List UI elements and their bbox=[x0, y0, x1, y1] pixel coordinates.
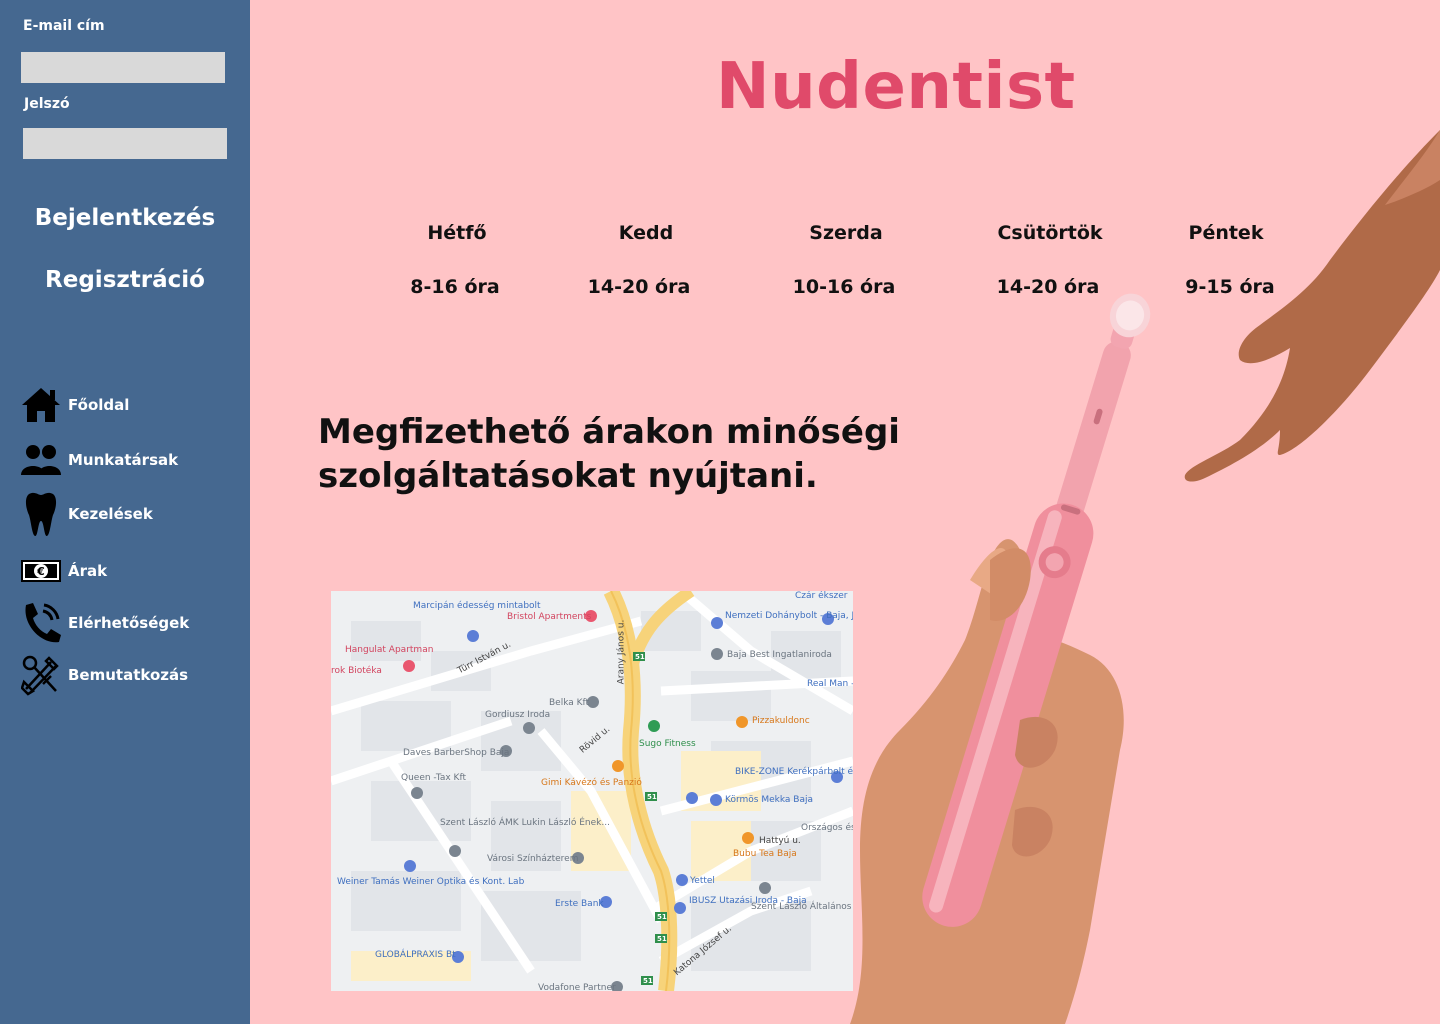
schedule-day: Kedd bbox=[618, 222, 674, 244]
nav-item-about[interactable]: Bemutatkozás bbox=[20, 653, 240, 697]
map-label: Sugo Fitness bbox=[639, 739, 696, 749]
map-label: Gordiusz Iroda bbox=[485, 710, 551, 720]
map-label: rok Biotéka bbox=[331, 666, 382, 676]
schedule-day: Péntek bbox=[1188, 222, 1264, 244]
schedule-hours: 10-16 óra bbox=[792, 276, 896, 298]
schedule-hours: 14-20 óra bbox=[996, 276, 1100, 298]
svg-text:51: 51 bbox=[657, 935, 667, 943]
password-field[interactable] bbox=[23, 128, 227, 159]
phone-icon bbox=[20, 599, 62, 647]
tools-icon bbox=[20, 653, 62, 697]
map-label: Szent László Általános Művelődési Közpon… bbox=[751, 902, 853, 912]
map-label: Városi Színházterem bbox=[487, 854, 579, 864]
map-label: Erste Bank bbox=[555, 899, 604, 909]
nav-label-prices: Árak bbox=[68, 562, 108, 580]
sidebar: E-mail cím Jelszó Bejelentkezés Regisztr… bbox=[0, 0, 250, 1024]
home-icon bbox=[20, 383, 62, 427]
map-label: Belka Kft bbox=[549, 698, 590, 708]
map-label: Bristol Apartments bbox=[507, 612, 592, 622]
nav-item-treatments[interactable]: Kezelések bbox=[20, 488, 240, 540]
map-label: Daves BarberShop Baja bbox=[403, 748, 510, 758]
email-label: E-mail cím bbox=[23, 18, 105, 34]
schedule-hours: 9-15 óra bbox=[1185, 276, 1275, 298]
nav-item-prices[interactable]: € Árak bbox=[20, 549, 240, 593]
map-label: Vodafone Partner bbox=[538, 983, 616, 991]
nav-item-home[interactable]: Főoldal bbox=[20, 383, 240, 427]
map-label: Czár ékszer bbox=[795, 591, 848, 601]
street-label: Arany János u. bbox=[616, 619, 627, 685]
schedule-hours: 14-20 óra bbox=[587, 276, 691, 298]
nav-label-contacts: Elérhetőségek bbox=[68, 614, 190, 632]
map-label: Weiner Tamás Weiner Optika és Kont. Lab bbox=[337, 877, 525, 887]
euro-banknote-icon: € bbox=[20, 549, 62, 593]
map-label: Országos és Fordítás bbox=[801, 823, 853, 833]
login-button[interactable]: Bejelentkezés bbox=[0, 205, 250, 231]
nav-item-contacts[interactable]: Elérhetőségek bbox=[20, 599, 240, 647]
map-label: Queen -Tax Kft bbox=[401, 773, 466, 783]
svg-text:51: 51 bbox=[643, 977, 653, 985]
toothbrush-hands-image bbox=[850, 130, 1440, 1024]
map-label: Szent László ÁMK Lukin László Ének... bbox=[440, 818, 610, 828]
nav-label-treatments: Kezelések bbox=[68, 505, 153, 523]
users-icon bbox=[20, 438, 62, 482]
register-button[interactable]: Regisztráció bbox=[0, 267, 250, 293]
schedule-day: Csütörtök bbox=[997, 222, 1103, 244]
map-label: Körmös Mekka Baja bbox=[725, 795, 813, 805]
map-label: Pizzakuldonc bbox=[752, 716, 810, 726]
nav-item-staff[interactable]: Munkatársak bbox=[20, 438, 240, 482]
svg-text:€: € bbox=[36, 565, 45, 578]
nav-label-staff: Munkatársak bbox=[68, 451, 179, 469]
tooth-icon bbox=[20, 488, 62, 540]
schedule-day: Szerda bbox=[809, 222, 883, 244]
map-label: Yettel bbox=[690, 876, 715, 886]
map-label: BIKE-ZONE Kerékpárbolt és Szerviz bbox=[735, 767, 853, 777]
nav-label-about: Bemutatkozás bbox=[68, 666, 189, 684]
brand-title: Nudentist bbox=[716, 50, 1076, 124]
tagline: Megfizethető árakon minőségi szolgáltatá… bbox=[318, 412, 900, 496]
nav-label-home: Főoldal bbox=[68, 396, 130, 414]
street-label: Hattyú u. bbox=[759, 836, 801, 846]
map-label: Gimi Kávézó és Panzió bbox=[541, 778, 642, 788]
svg-text:51: 51 bbox=[657, 913, 667, 921]
schedule-day: Hétfő bbox=[427, 222, 487, 244]
map-label: GLOBÁLPRAXIS Bt bbox=[375, 950, 456, 960]
location-map[interactable]: 51 51 51 51 51 Marcipán édesség mintabol… bbox=[331, 591, 853, 991]
svg-text:51: 51 bbox=[635, 653, 645, 661]
password-label: Jelszó bbox=[24, 96, 70, 112]
map-label: Bubu Tea Baja bbox=[733, 849, 797, 859]
schedule-hours: 8-16 óra bbox=[410, 276, 500, 298]
map-label: Nemzeti Dohánybolt - Baja, Jelky András … bbox=[725, 611, 853, 621]
map-label: Baja Best Ingatlaniroda bbox=[727, 650, 832, 660]
map-label: Marcipán édesség mintabolt bbox=[413, 601, 541, 611]
map-label: Hangulat Apartman bbox=[345, 645, 434, 655]
email-field[interactable] bbox=[21, 52, 225, 83]
map-label: Real Man - ruházat és bbox=[807, 679, 853, 689]
svg-text:51: 51 bbox=[647, 793, 657, 801]
